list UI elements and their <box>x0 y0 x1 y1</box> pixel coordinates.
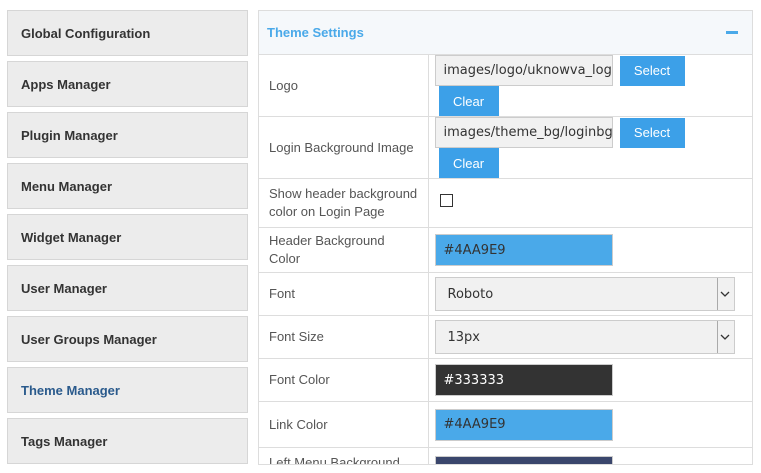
panel-header: Theme Settings <box>259 11 752 55</box>
setting-row-logo: Logo images/logo/uknowva_logo Select Clear <box>259 55 752 117</box>
settings-table: Logo images/logo/uknowva_logo Select Clear… <box>259 55 752 464</box>
setting-label: Login Background Image <box>259 116 429 179</box>
chevron-down-icon <box>716 278 733 310</box>
sidebar-item-widget-manager[interactable]: Widget Manager <box>7 214 248 260</box>
login-background-path-field[interactable]: images/theme_bg/loginbg1 <box>434 117 613 148</box>
setting-label: Font Color <box>259 358 429 402</box>
sidebar-item-label: Tags Manager <box>21 433 108 449</box>
sidebar-item-theme-manager[interactable]: Theme Manager <box>7 367 248 413</box>
sidebar-item-apps-manager[interactable]: Apps Manager <box>7 61 248 107</box>
setting-label: Link Color <box>259 401 429 448</box>
setting-row-left-menu-bg: Left Menu Background Color #3A466C <box>259 447 752 464</box>
sidebar-item-user-groups-manager[interactable]: User Groups Manager <box>7 316 248 362</box>
sidebar-item-label: Widget Manager <box>21 229 122 245</box>
setting-row-header-bg-color: Header Background Color #4AA9E9 <box>259 227 752 273</box>
sidebar-item-tags-manager[interactable]: Tags Manager <box>7 418 248 464</box>
sidebar-item-label: User Groups Manager <box>21 331 157 347</box>
sidebar-item-user-manager[interactable]: User Manager <box>7 265 248 311</box>
font-size-select[interactable]: 13px <box>434 320 735 354</box>
font-select[interactable]: Roboto <box>434 277 735 311</box>
sidebar-item-label: Apps Manager <box>21 76 111 92</box>
font-select-value: Roboto <box>447 286 494 302</box>
login-background-select-button[interactable]: Select <box>619 117 685 148</box>
setting-label: Left Menu Background Color <box>259 447 429 464</box>
logo-clear-button[interactable]: Clear <box>438 86 499 116</box>
chevron-down-icon <box>716 321 733 353</box>
font-color-field[interactable]: #333333 <box>434 364 613 396</box>
logo-path-field[interactable]: images/logo/uknowva_logo <box>434 55 613 86</box>
header-bg-color-field[interactable]: #4AA9E9 <box>434 234 613 266</box>
setting-row-font-color: Font Color #333333 <box>259 358 752 402</box>
panel-title: Theme Settings <box>267 25 364 40</box>
sidebar-item-label: Menu Manager <box>21 178 113 194</box>
sidebar-item-plugin-manager[interactable]: Plugin Manager <box>7 112 248 158</box>
sidebar-item-label: Theme Manager <box>21 382 120 398</box>
sidebar-item-menu-manager[interactable]: Menu Manager <box>7 163 248 209</box>
setting-label: Header Background Color <box>259 227 429 273</box>
sidebar-item-label: Plugin Manager <box>21 127 118 143</box>
font-size-select-value: 13px <box>447 329 481 345</box>
setting-label: Logo <box>259 55 429 117</box>
setting-row-login-background: Login Background Image images/theme_bg/l… <box>259 116 752 179</box>
setting-row-font: Font Roboto <box>259 272 752 316</box>
minus-icon[interactable] <box>726 31 738 34</box>
sidebar-item-global-configuration[interactable]: Global Configuration <box>7 10 248 56</box>
sidebar-item-label: Global Configuration <box>21 25 151 41</box>
login-background-clear-button[interactable]: Clear <box>438 148 499 178</box>
logo-select-button[interactable]: Select <box>619 55 685 86</box>
sidebar: Global Configuration Apps Manager Plugin… <box>7 10 248 469</box>
show-header-bg-checkbox[interactable] <box>439 194 453 207</box>
setting-row-show-header-bg: Show header background color on Login Pa… <box>259 178 752 228</box>
setting-label: Show header background color on Login Pa… <box>259 178 429 228</box>
left-menu-bg-color-field[interactable]: #3A466C <box>434 455 613 464</box>
setting-label: Font Size <box>259 315 429 359</box>
setting-label: Font <box>259 272 429 316</box>
link-color-field[interactable]: #4AA9E9 <box>434 408 613 441</box>
theme-settings-panel: Theme Settings Logo images/logo/uknowva_… <box>258 10 753 465</box>
setting-row-link-color: Link Color #4AA9E9 <box>259 401 752 448</box>
sidebar-item-label: User Manager <box>21 280 107 296</box>
setting-row-font-size: Font Size 13px <box>259 315 752 359</box>
